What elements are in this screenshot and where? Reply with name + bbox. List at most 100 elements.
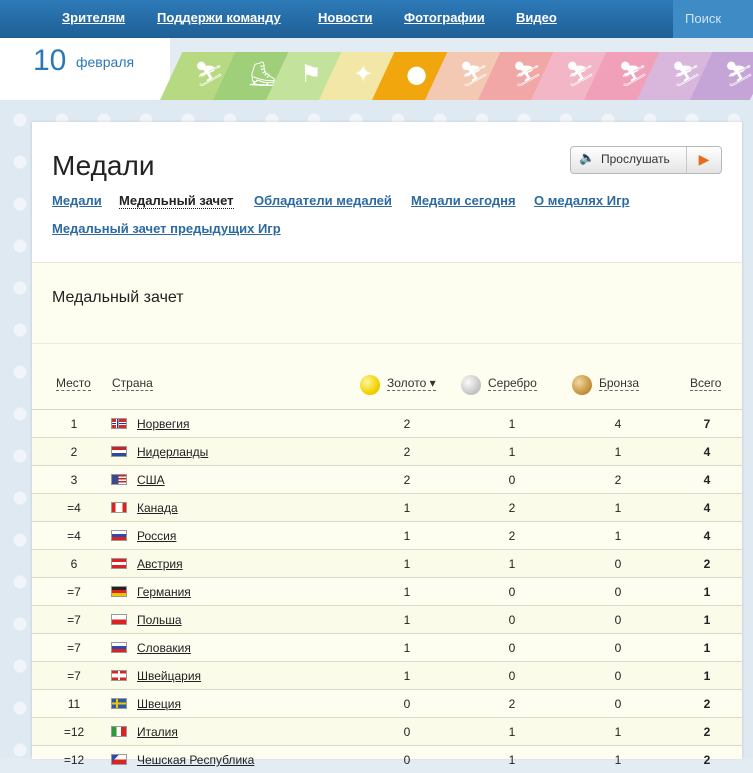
header-gold[interactable]: Золото ▾ xyxy=(387,376,436,391)
silver-count: 0 xyxy=(508,641,516,655)
bronze-count: 0 xyxy=(614,641,622,655)
silver-count: 2 xyxy=(508,697,516,711)
place-cell: =4 xyxy=(67,501,81,515)
country-link[interactable]: Польша xyxy=(137,613,182,627)
place-cell: 2 xyxy=(70,445,78,459)
table-row: 1 Норвегия 2 1 4 7 xyxy=(32,409,742,437)
gold-count: 2 xyxy=(403,445,411,459)
gold-count: 1 xyxy=(403,669,411,683)
nav-photos[interactable]: Фотографии xyxy=(404,10,485,25)
silver-count: 1 xyxy=(508,753,516,767)
sports-strip: ⛷ ⛸ ⚑ ✦ ● ⛷ ⛷ ⛷ ⛷ ⛷ ⛷ xyxy=(135,52,753,100)
place-cell: =12 xyxy=(63,753,85,767)
table-row: 6 Австрия 1 1 0 2 xyxy=(32,549,742,577)
flag-icon xyxy=(111,502,127,513)
gold-count: 1 xyxy=(403,557,411,571)
gold-count: 1 xyxy=(403,529,411,543)
gold-count: 0 xyxy=(403,697,411,711)
subnav-medal-winners[interactable]: Обладатели медалей xyxy=(254,193,392,208)
bobsleigh-icon: ⛷ xyxy=(724,60,753,88)
nav-video[interactable]: Видео xyxy=(516,10,557,25)
bronze-count: 1 xyxy=(614,501,622,515)
biathlon-icon: ⚑ xyxy=(300,60,322,88)
country-link[interactable]: Россия xyxy=(137,529,176,543)
table-row: =12 Италия 0 1 1 2 xyxy=(32,717,742,745)
header-place[interactable]: Место xyxy=(56,376,91,391)
bronze-count: 0 xyxy=(614,697,622,711)
gold-count: 1 xyxy=(403,613,411,627)
flag-icon xyxy=(111,698,127,709)
date-day: 10 xyxy=(33,44,67,77)
top-navigation: Зрителям Поддержи команду Новости Фотогр… xyxy=(0,0,753,38)
place-cell: 3 xyxy=(70,473,78,487)
table-row: 3 США 2 0 2 4 xyxy=(32,465,742,493)
silver-count: 0 xyxy=(508,473,516,487)
country-link[interactable]: Чешская Республика xyxy=(137,753,254,767)
flag-icon xyxy=(111,418,127,429)
country-link[interactable]: Италия xyxy=(137,725,178,739)
flag-icon xyxy=(111,530,127,541)
country-link[interactable]: Германия xyxy=(137,585,191,599)
bronze-count: 2 xyxy=(614,473,622,487)
header-bronze[interactable]: Бронза xyxy=(599,376,640,391)
silver-count: 0 xyxy=(508,585,516,599)
silver-count: 0 xyxy=(508,613,516,627)
country-link[interactable]: Австрия xyxy=(137,557,183,571)
medal-table-section: Медальный зачет Место Страна Золото ▾ Се… xyxy=(32,262,742,767)
total-count: 4 xyxy=(703,473,711,487)
table-row: 11 Швеция 0 2 0 2 xyxy=(32,689,742,717)
country-link[interactable]: Норвегия xyxy=(137,417,190,431)
place-cell: =7 xyxy=(67,613,81,627)
subnav-medals-today[interactable]: Медали сегодня xyxy=(411,193,516,208)
total-count: 7 xyxy=(703,417,711,431)
header-silver[interactable]: Серебро xyxy=(488,376,537,391)
medals-card: Медали 🔈 Прослушать ▶ Медали Медальный з… xyxy=(32,122,742,767)
gold-count: 2 xyxy=(403,417,411,431)
country-link[interactable]: Нидерланды xyxy=(137,445,208,459)
flag-icon xyxy=(111,670,127,681)
place-cell: 1 xyxy=(70,417,78,431)
table-row: =12 Чешская Республика 0 1 1 2 xyxy=(32,745,742,773)
place-cell: 6 xyxy=(70,557,78,571)
subnav-medals[interactable]: Медали xyxy=(52,193,102,208)
table-row: =7 Словакия 1 0 0 1 xyxy=(32,633,742,661)
silver-count: 1 xyxy=(508,445,516,459)
nav-spectators[interactable]: Зрителям xyxy=(62,10,125,25)
nav-support-team[interactable]: Поддержи команду xyxy=(157,10,281,25)
total-count: 2 xyxy=(703,725,711,739)
play-icon[interactable]: ▶ xyxy=(686,147,721,173)
listen-button[interactable]: 🔈 Прослушать ▶ xyxy=(570,146,722,174)
header-total[interactable]: Всего xyxy=(690,376,722,391)
divider xyxy=(32,343,742,344)
total-count: 2 xyxy=(703,753,711,767)
gold-count: 1 xyxy=(403,585,411,599)
country-link[interactable]: США xyxy=(137,473,165,487)
place-cell: =4 xyxy=(67,529,81,543)
header-country[interactable]: Страна xyxy=(112,376,153,391)
country-link[interactable]: Словакия xyxy=(137,641,191,655)
bronze-count: 4 xyxy=(614,417,622,431)
flag-icon xyxy=(111,558,127,569)
place-cell: =7 xyxy=(67,669,81,683)
curling-icon: ● xyxy=(406,60,428,88)
total-count: 1 xyxy=(703,641,711,655)
subnav-previous-games[interactable]: Медальный зачет предыдущих Игр xyxy=(52,221,281,236)
nav-news[interactable]: Новости xyxy=(318,10,373,25)
country-link[interactable]: Канада xyxy=(137,501,178,515)
total-count: 1 xyxy=(703,669,711,683)
listen-label: Прослушать xyxy=(601,152,670,166)
silver-count: 1 xyxy=(508,417,516,431)
gold-count: 0 xyxy=(403,725,411,739)
total-count: 4 xyxy=(703,501,711,515)
bronze-medal-icon xyxy=(572,375,592,395)
subnav-about-medals[interactable]: О медалях Игр xyxy=(534,193,629,208)
bronze-count: 1 xyxy=(614,753,622,767)
country-link[interactable]: Швеция xyxy=(137,697,181,711)
section-title: Медальный зачет xyxy=(52,289,184,306)
search-button[interactable]: Поиск xyxy=(673,0,753,38)
flag-icon xyxy=(111,726,127,737)
subnav-medal-standings[interactable]: Медальный зачет xyxy=(119,193,234,209)
country-link[interactable]: Швейцария xyxy=(137,669,201,683)
bronze-count: 1 xyxy=(614,725,622,739)
medal-table-rows: 1 Норвегия 2 1 4 7 2 Нидерланды 2 1 1 4 3 США 2 0 2 4 =4 Ка… xyxy=(32,409,742,773)
